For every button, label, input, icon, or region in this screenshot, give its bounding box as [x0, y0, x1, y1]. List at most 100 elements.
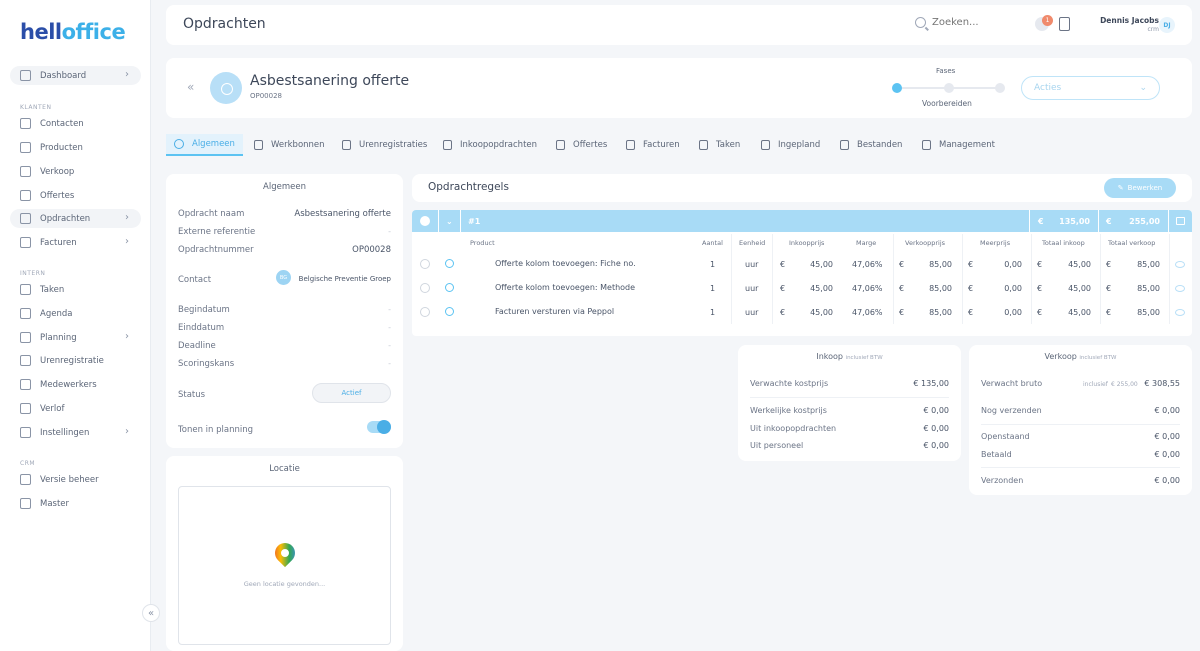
general-card-title: Algemeen: [263, 182, 306, 192]
job-number: OP00028: [250, 92, 282, 100]
sidebar-item-planning[interactable]: Planning ›: [10, 328, 141, 347]
tab-algemeen[interactable]: Algemeen: [166, 134, 243, 156]
chevron-right-icon: ›: [125, 426, 129, 437]
cell-margin: 47,06%: [852, 284, 883, 293]
tab-bestanden[interactable]: Bestanden: [832, 134, 910, 156]
tab-offertes[interactable]: Offertes: [548, 134, 615, 156]
row-checkbox[interactable]: [420, 307, 430, 317]
tab-ingepland[interactable]: Ingepland: [753, 134, 828, 156]
tab-management[interactable]: Management: [914, 134, 1003, 156]
eye-icon[interactable]: [1175, 285, 1185, 292]
select-all-checkbox[interactable]: [420, 216, 430, 226]
cell-total-cost: 45,00: [1068, 308, 1091, 317]
calendar-icon: [20, 308, 31, 319]
sidebar-item-medewerkers[interactable]: Medewerkers: [10, 375, 141, 394]
info-icon[interactable]: [445, 283, 454, 292]
cell-cost: 45,00: [810, 284, 833, 293]
sidebar-item-offertes[interactable]: Offertes: [10, 186, 141, 205]
user-name[interactable]: Dennis Jacobs: [1076, 16, 1159, 25]
status-badge[interactable]: Actief: [312, 383, 391, 403]
tab-inkoopopdrachten[interactable]: Inkoopopdrachten: [435, 134, 545, 156]
info-icon[interactable]: [445, 307, 454, 316]
field-label-einddatum: Einddatum: [178, 323, 225, 333]
sidebar-item-verkoop[interactable]: Verkoop: [10, 162, 141, 181]
sidebar-item-taken[interactable]: Taken: [10, 280, 141, 299]
search-box[interactable]: [915, 17, 1012, 28]
field-value-contact[interactable]: Belgische Preventie Groep: [299, 275, 391, 283]
value-uit-inkoopopdrachten: € 0,00: [923, 424, 949, 433]
col-totaal-inkoop: Totaal inkoop: [1042, 239, 1085, 247]
eye-icon[interactable]: [1175, 261, 1185, 268]
col-totaal-verkoop: Totaal verkoop: [1108, 239, 1156, 247]
checkbox-icon: [20, 284, 31, 295]
tab-werkbonnen[interactable]: Werkbonnen: [246, 134, 333, 156]
edit-button[interactable]: ✎ Bewerken: [1104, 178, 1176, 198]
sidebar-item-verlof[interactable]: Verlof: [10, 399, 141, 418]
cell-extra: 0,00: [1004, 284, 1022, 293]
label-uit-inkoopopdrachten: Uit inkoopopdrachten: [750, 424, 837, 433]
tab-facturen[interactable]: Facturen: [618, 134, 688, 156]
cell-price: 85,00: [929, 260, 952, 269]
sidebar-item-master[interactable]: Master: [10, 494, 141, 513]
value-verwacht-bruto: € 308,55: [1144, 379, 1180, 388]
field-value-opdrachtnummer: OP00028: [352, 245, 391, 255]
row-checkbox[interactable]: [420, 259, 430, 269]
sidebar-item-facturen[interactable]: Facturen ›: [10, 233, 141, 252]
sales-summary-title: Verkoop inclusief BTW: [1044, 352, 1117, 361]
col-product: Product: [470, 239, 495, 247]
collapse-sidebar-button[interactable]: «: [142, 604, 160, 622]
sidebar-item-instellingen[interactable]: Instellingen ›: [10, 423, 141, 442]
sidebar-item-contacten[interactable]: Contacten: [10, 114, 141, 133]
brand-logo[interactable]: helloffice: [20, 20, 126, 44]
value-werkelijke-kostprijs: € 0,00: [923, 406, 949, 415]
phase-step-3[interactable]: [995, 83, 1005, 93]
tab-taken[interactable]: Taken: [691, 134, 748, 156]
cell-total-price: 85,00: [1137, 260, 1160, 269]
clipboard-icon: [254, 140, 263, 150]
dashboard-icon: [20, 70, 31, 81]
back-icon[interactable]: «: [187, 80, 194, 94]
cell-extra: 0,00: [1004, 308, 1022, 317]
list-icon: [443, 140, 452, 150]
avatar[interactable]: DJ: [1159, 17, 1175, 33]
job-header-card: « Asbestsanering offerte OP00028 Fases V…: [166, 58, 1192, 118]
phase-step-2[interactable]: [944, 83, 954, 93]
sidebar-item-urenregistratie[interactable]: Urenregistratie: [10, 351, 141, 370]
col-aantal: Aantal: [702, 239, 723, 247]
search-icon: [915, 17, 926, 28]
sidebar-item-dashboard[interactable]: Dashboard ›: [10, 66, 141, 85]
header-total-cost: 135,00: [1059, 216, 1090, 226]
sidebar-item-producten[interactable]: Producten: [10, 138, 141, 157]
sidebar-item-versie-beheer[interactable]: Versie beheer: [10, 470, 141, 489]
cell-qty: 1: [710, 284, 716, 293]
order-lines-header: Opdrachtregels ✎ Bewerken: [412, 174, 1192, 202]
document-icon[interactable]: [1059, 17, 1070, 31]
phase-step-1[interactable]: [892, 83, 902, 93]
clipboard-list-icon: [20, 213, 31, 224]
info-icon[interactable]: [445, 259, 454, 268]
value-verwachte-kostprijs: € 135,00: [913, 379, 949, 388]
search-input[interactable]: [932, 17, 1012, 28]
info-icon: [174, 139, 184, 149]
chevron-right-icon: ›: [125, 331, 129, 342]
label-betaald: Betaald: [981, 450, 1012, 459]
box-icon: [20, 142, 31, 153]
planning-toggle[interactable]: [367, 420, 391, 434]
group-chevron-icon[interactable]: ⌄: [446, 210, 453, 232]
column-settings-icon[interactable]: [1176, 217, 1185, 225]
chevron-right-icon: ›: [125, 236, 129, 247]
phases-label: Fases: [936, 67, 956, 75]
sidebar-item-agenda[interactable]: Agenda: [10, 304, 141, 323]
actions-dropdown[interactable]: Acties ⌄: [1021, 76, 1160, 100]
field-label-externe-referentie: Externe referentie: [178, 227, 256, 237]
row-checkbox[interactable]: [420, 283, 430, 293]
cell-qty: 1: [710, 260, 716, 269]
value-uit-personeel: € 0,00: [923, 441, 949, 450]
tab-urenregistraties[interactable]: Urenregistraties: [334, 134, 435, 156]
label-verwachte-kostprijs: Verwachte kostprijs: [750, 379, 829, 388]
col-eenheid: Eenheid: [739, 239, 766, 247]
top-bar: Opdrachten 1 Dennis Jacobs crm DJ: [166, 5, 1192, 45]
eye-icon[interactable]: [1175, 309, 1185, 316]
sidebar-item-opdrachten[interactable]: Opdrachten ›: [10, 209, 141, 228]
section-label-klanten: Klanten: [20, 104, 52, 111]
